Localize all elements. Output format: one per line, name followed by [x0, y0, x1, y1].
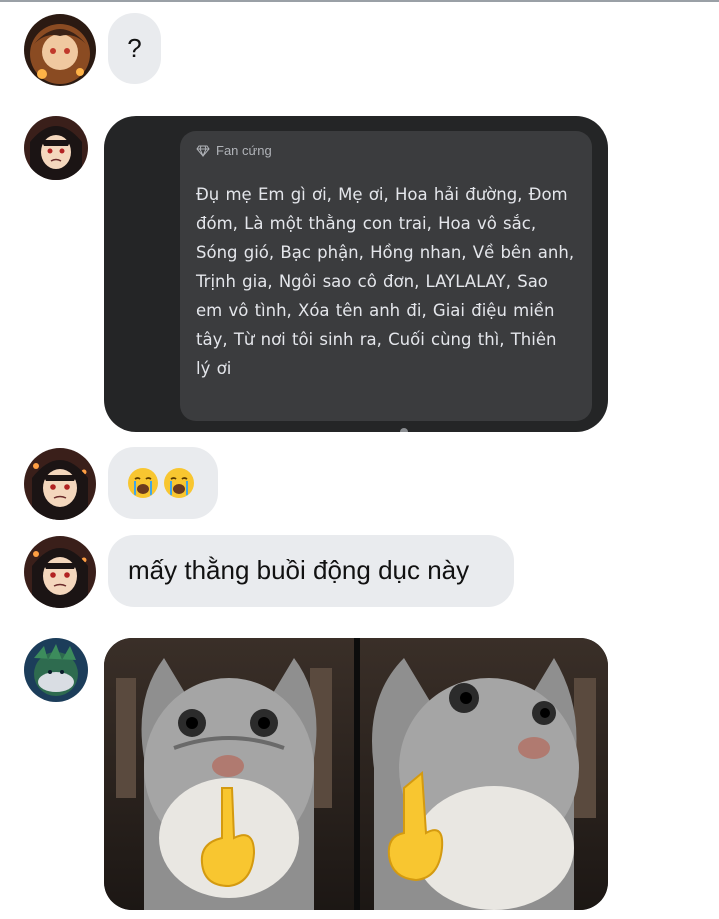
- scroll-indicator: [400, 428, 408, 432]
- avatar-image: [24, 536, 96, 608]
- shared-post-content[interactable]: Fan cứng Đụ mẹ Em gì ơi, Mẹ ơi, Hoa hải …: [180, 131, 592, 421]
- shared-post-card[interactable]: Fan cứng Đụ mẹ Em gì ơi, Mẹ ơi, Hoa hải …: [104, 116, 608, 432]
- avatar[interactable]: [24, 14, 96, 86]
- avatar-image: [24, 116, 88, 180]
- card-label: Fan cứng: [216, 143, 272, 158]
- avatar[interactable]: [24, 638, 88, 702]
- avatar[interactable]: [24, 116, 88, 180]
- card-header: Fan cứng: [196, 143, 576, 158]
- avatar[interactable]: [24, 448, 96, 520]
- message-text: ?: [127, 32, 142, 63]
- reaction-bubble[interactable]: [108, 447, 218, 519]
- cat-shushing-meme-image: [104, 638, 608, 910]
- image-attachment[interactable]: [104, 638, 608, 910]
- loudly-crying-face-icon: [128, 468, 158, 498]
- card-body-text: Đụ mẹ Em gì ơi, Mẹ ơi, Hoa hải đường, Đo…: [196, 185, 575, 378]
- avatar[interactable]: [24, 536, 96, 608]
- message-bubble[interactable]: ?: [108, 13, 161, 84]
- avatar-image: [24, 448, 96, 520]
- top-divider: [0, 0, 719, 2]
- diamond-icon: [196, 145, 210, 157]
- avatar-image: [24, 14, 96, 86]
- message-bubble[interactable]: mấy thằng buồi động dục này: [108, 535, 514, 607]
- avatar-image: [24, 638, 88, 702]
- message-text: mấy thằng buồi động dục này: [128, 555, 470, 586]
- loudly-crying-face-icon: [164, 468, 194, 498]
